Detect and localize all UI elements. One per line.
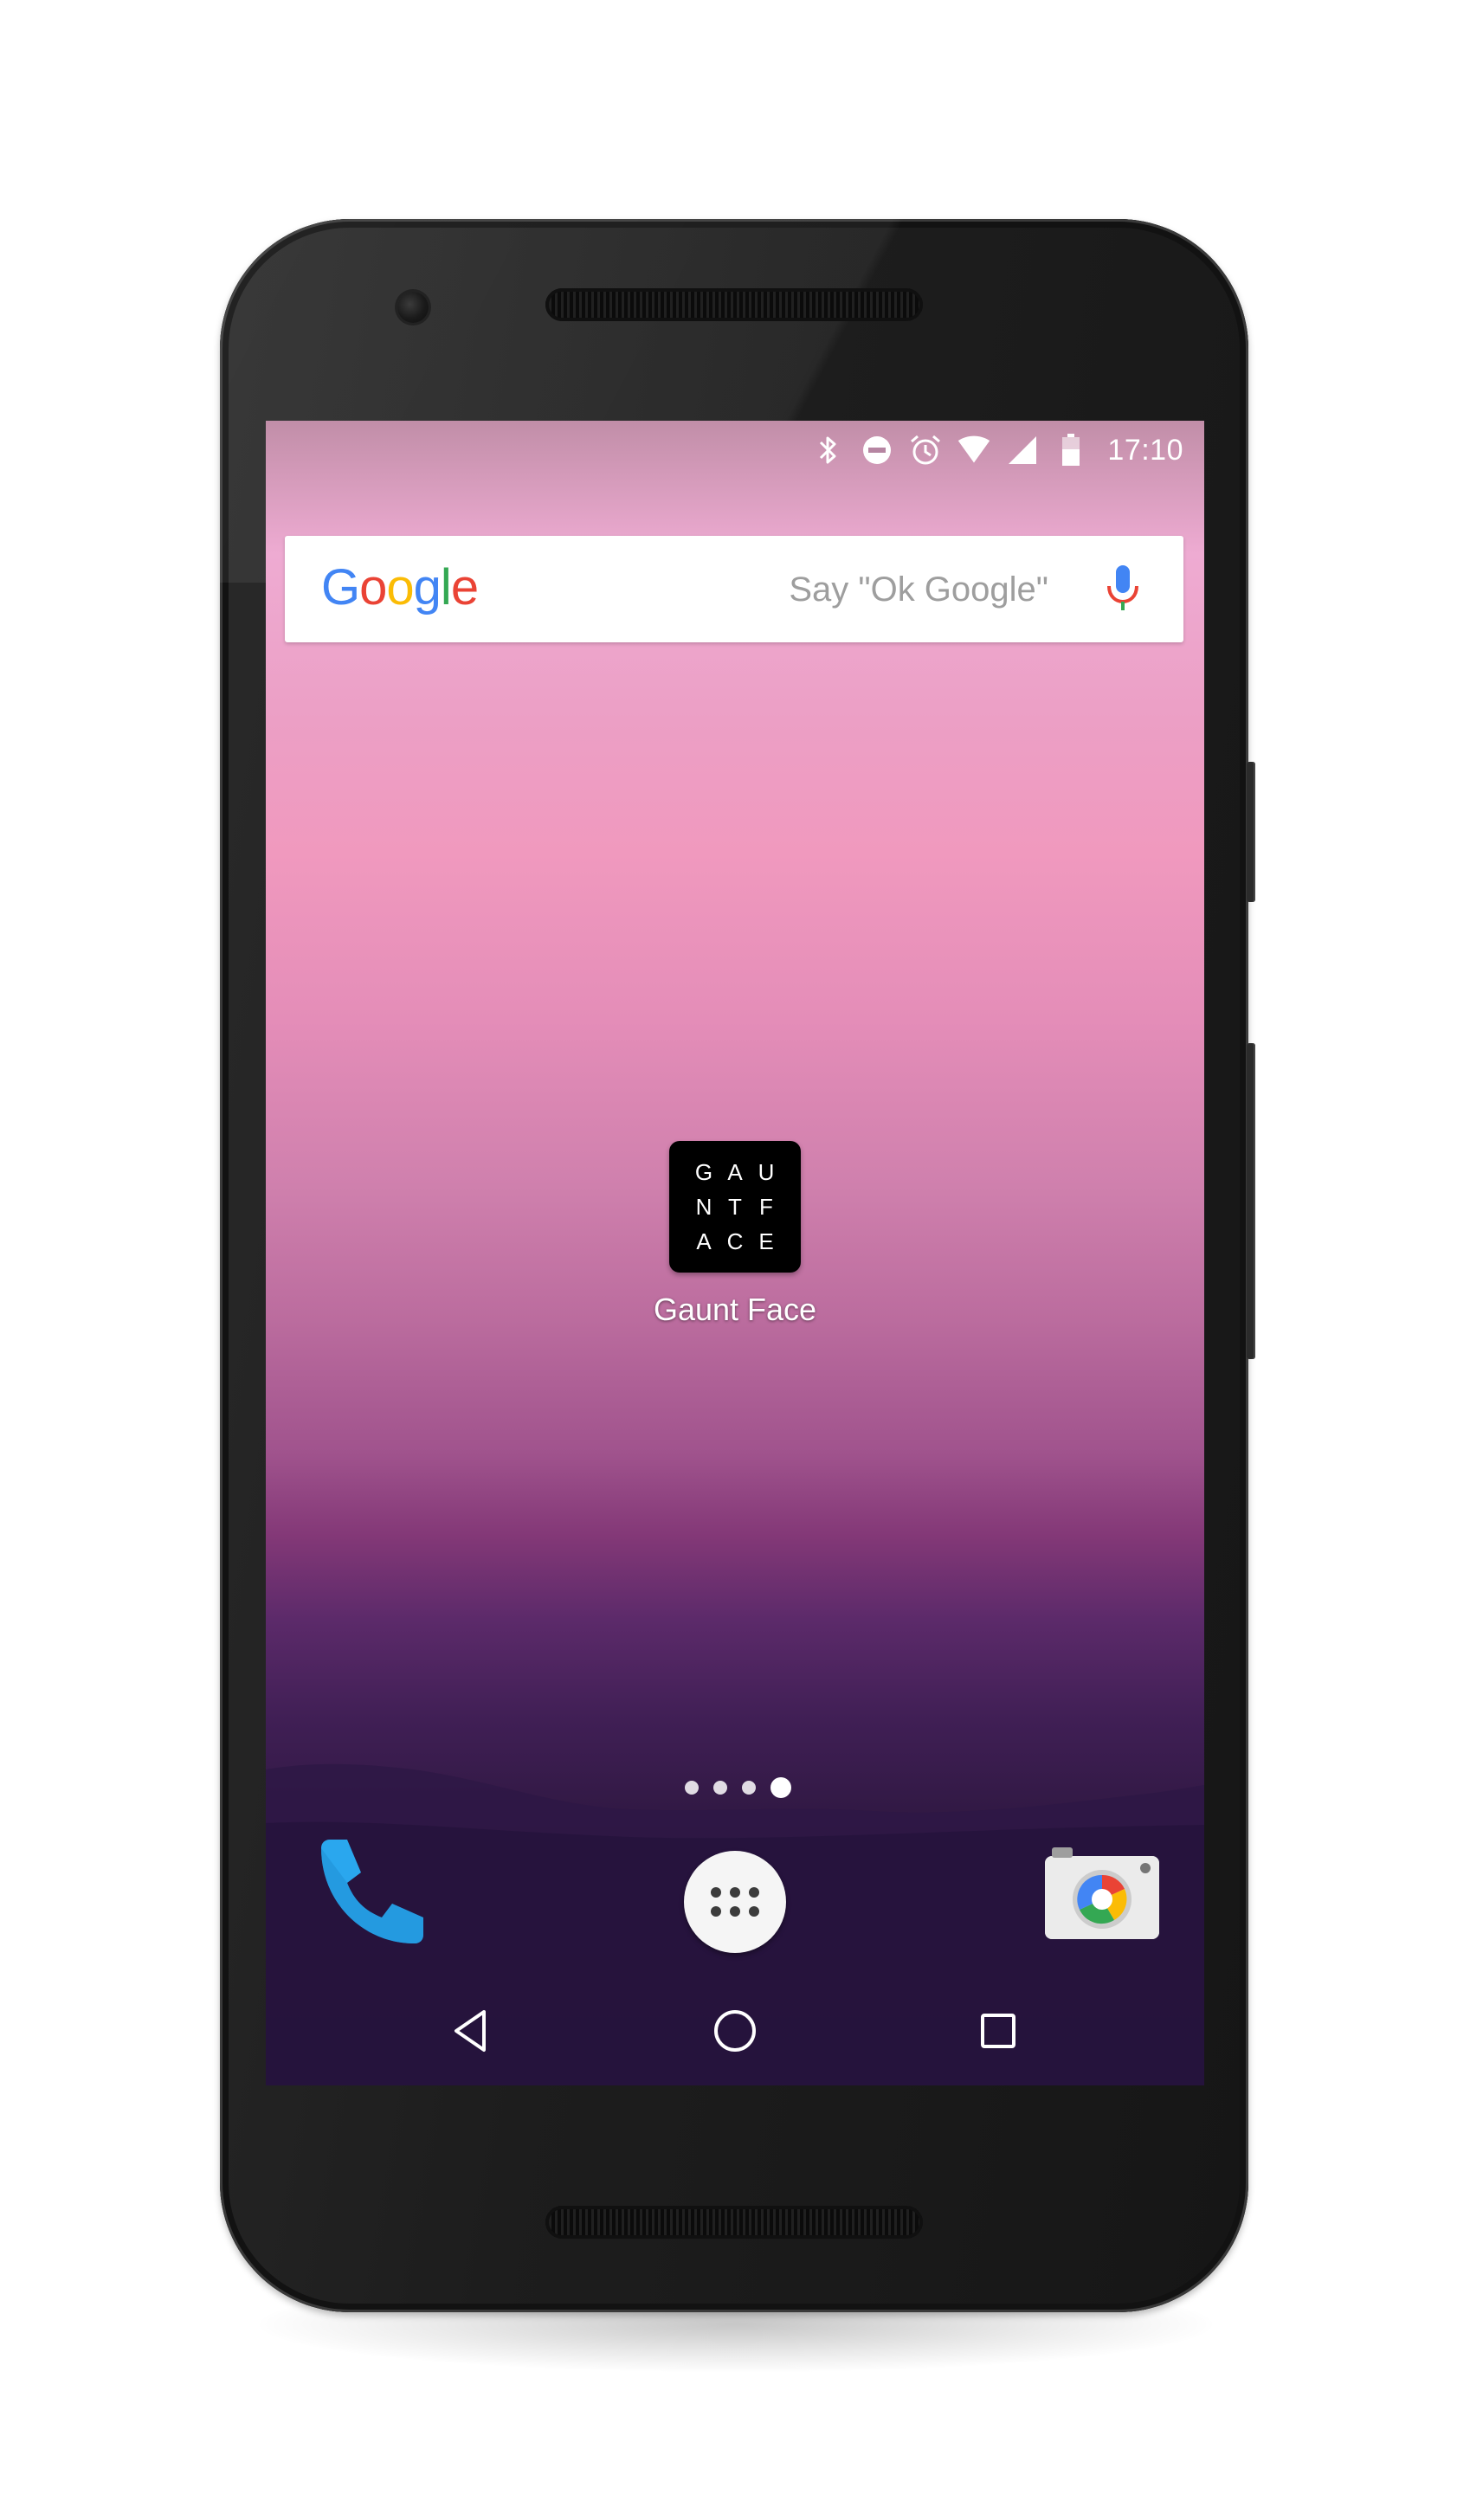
bluetooth-icon (811, 433, 846, 467)
gaunt-face-app-icon[interactable]: G A U N T F A C E (669, 1141, 801, 1273)
drawer-dot (749, 1887, 759, 1898)
google-logo-letter: e (450, 559, 479, 615)
app-icon-letter: E (758, 1228, 774, 1254)
app-icon-letter: C (726, 1228, 744, 1254)
app-label[interactable]: Gaunt Face (605, 1292, 865, 1328)
app-icon-letter: G (694, 1158, 713, 1185)
google-logo-letter: o (386, 559, 414, 615)
voice-search-hint[interactable]: Say "Ok Google" (789, 565, 1048, 614)
drawer-dot (711, 1906, 721, 1917)
app-icon-letter: A (696, 1228, 712, 1254)
drawer-dot (711, 1887, 721, 1898)
google-logo-letter: l (440, 559, 452, 615)
front-camera (397, 292, 429, 323)
camera-icon[interactable] (1043, 1846, 1161, 1943)
app-icon-letter: F (759, 1193, 773, 1220)
status-time: 17:10 (1107, 433, 1183, 467)
recents-icon[interactable] (972, 2005, 1024, 2057)
wifi-icon (957, 433, 991, 467)
volume-rocker[interactable] (1247, 1043, 1255, 1359)
page-dot[interactable] (742, 1781, 756, 1795)
drawer-dot (730, 1906, 740, 1917)
app-icon-letter: N (695, 1193, 712, 1220)
app-icon-letter: A (727, 1158, 743, 1185)
navigation-bar (266, 1979, 1204, 2085)
do-not-disturb-icon (860, 433, 894, 467)
earpiece-speaker (545, 288, 923, 321)
bottom-speaker (545, 2206, 923, 2239)
drawer-dot (749, 1906, 759, 1917)
google-logo-letter: o (359, 559, 387, 615)
page-indicator (685, 1776, 791, 1800)
status-bar: 17:10 (266, 421, 1204, 480)
alarm-icon (908, 433, 943, 467)
google-logo-letter: g (413, 559, 442, 615)
battery-icon (1054, 433, 1088, 467)
app-drawer-icon[interactable] (684, 1851, 786, 1953)
device-mockup: 17:10 Google Say "Ok Google" G A U N T F… (0, 0, 1470, 2520)
home-icon[interactable] (709, 2005, 761, 2057)
phone-icon[interactable] (311, 1836, 427, 1952)
mic-icon[interactable] (1104, 564, 1142, 615)
page-dot[interactable] (713, 1781, 727, 1795)
google-logo: Google (321, 555, 479, 621)
page-dot[interactable] (685, 1781, 699, 1795)
page-dot-active[interactable] (770, 1777, 791, 1798)
google-search-widget[interactable]: Google Say "Ok Google" (285, 536, 1183, 642)
power-button[interactable] (1247, 762, 1255, 902)
app-icon-letter: T (728, 1193, 742, 1220)
google-logo-letter: G (321, 559, 360, 615)
drawer-dot (730, 1887, 740, 1898)
home-screen: 17:10 Google Say "Ok Google" G A U N T F… (266, 421, 1204, 2085)
app-icon-letter: U (758, 1158, 775, 1185)
back-icon[interactable] (446, 2005, 498, 2057)
cell-signal-icon (1005, 433, 1040, 467)
